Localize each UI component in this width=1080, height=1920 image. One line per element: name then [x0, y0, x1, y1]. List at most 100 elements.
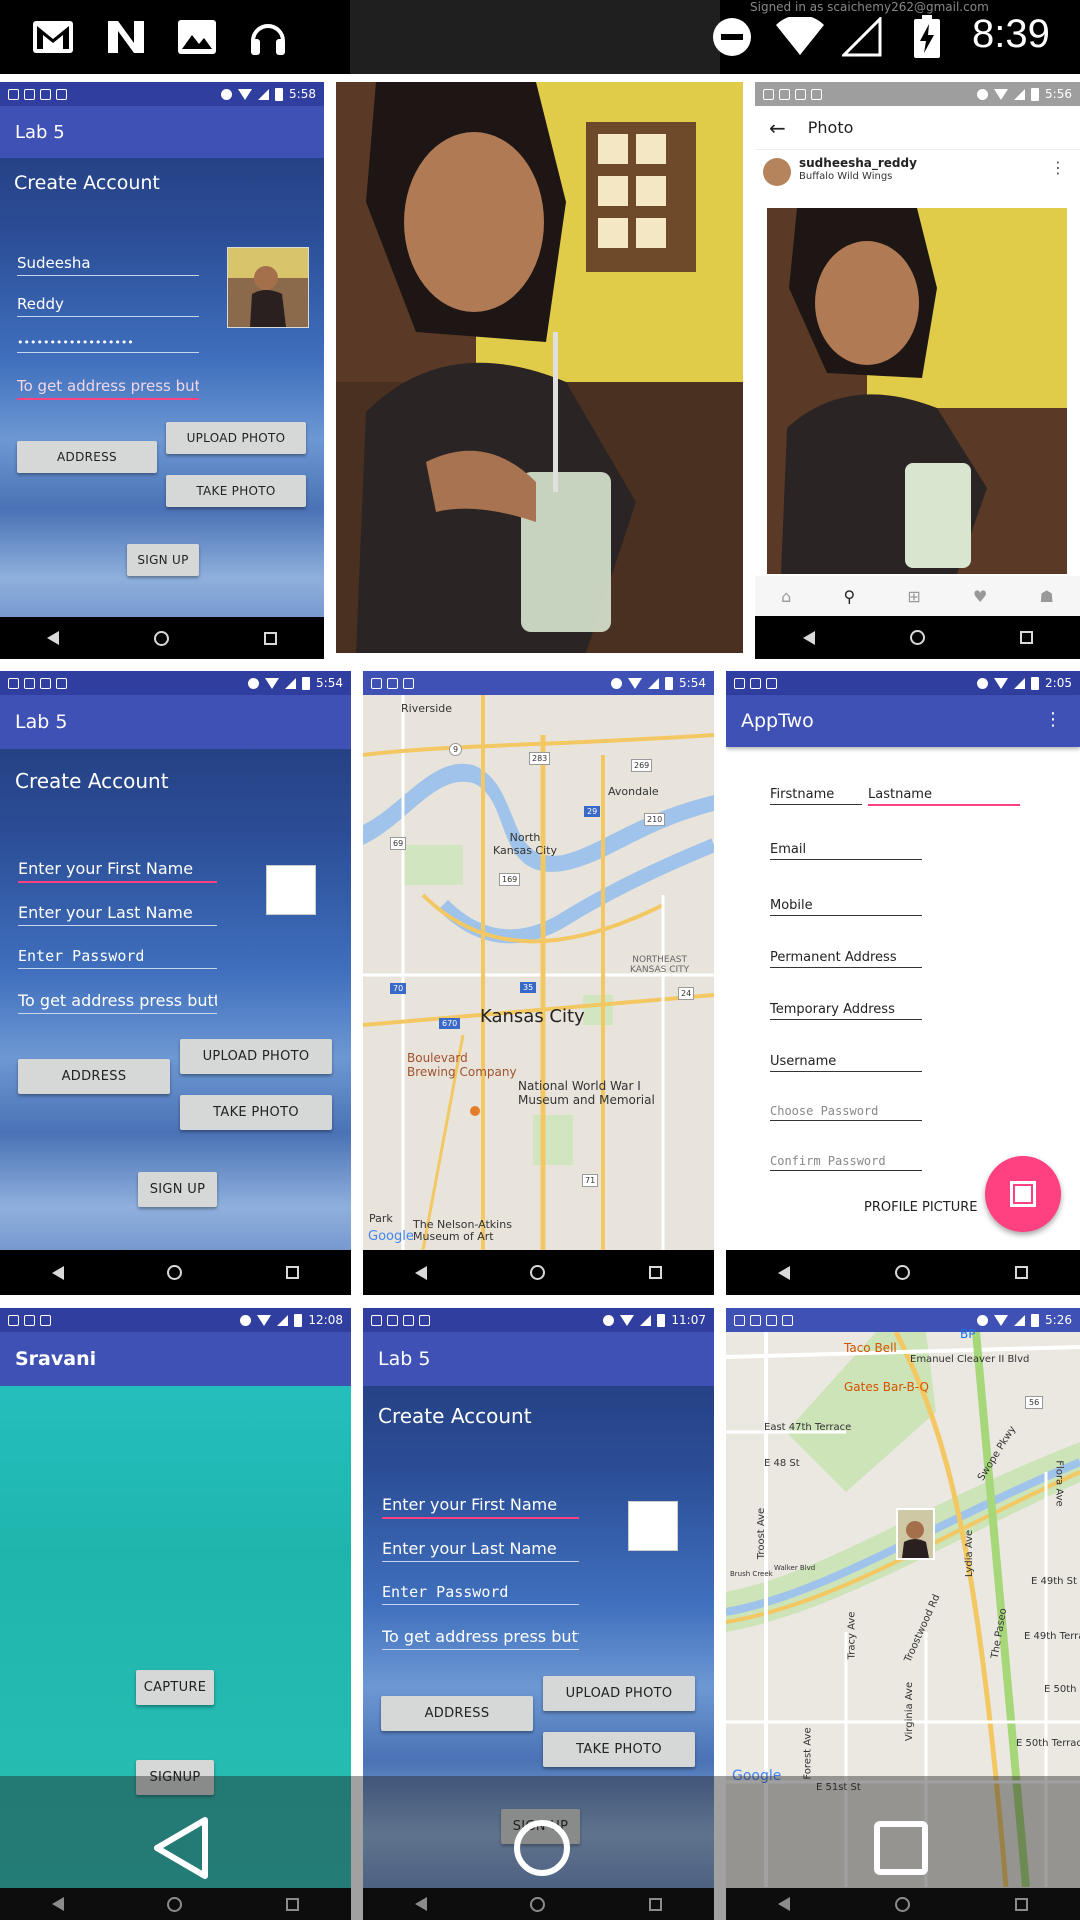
home-icon[interactable]: [530, 1265, 546, 1280]
address-field[interactable]: To get address press butt: [382, 1627, 579, 1650]
last-name-input[interactable]: Enter your Last Name: [382, 1539, 579, 1562]
route-shield: 29: [584, 806, 601, 817]
back-icon[interactable]: [51, 1265, 64, 1280]
mobile-field[interactable]: Mobile: [770, 898, 922, 916]
home-icon[interactable]: ⌂: [781, 587, 791, 606]
recents-icon[interactable]: [286, 1266, 300, 1279]
search-icon[interactable]: ⚲: [843, 587, 855, 606]
password-field[interactable]: ••••••••••••••••••: [17, 336, 199, 353]
map-label: Tracy Ave: [846, 1611, 858, 1660]
home-icon[interactable]: [909, 630, 925, 645]
headphones-icon: [811, 88, 822, 100]
sign-up-button[interactable]: SIGN UP: [138, 1172, 217, 1207]
map-label: E 50th: [1044, 1684, 1077, 1695]
take-photo-button[interactable]: TAKE PHOTO: [180, 1095, 332, 1130]
post-location[interactable]: Buffalo Wild Wings: [799, 171, 892, 182]
battery-icon: [665, 676, 674, 690]
upload-photo-button[interactable]: UPLOAD PHOTO: [180, 1039, 332, 1074]
first-name-input[interactable]: Enter your First Name: [382, 1495, 579, 1519]
lastname-field[interactable]: Lastname: [868, 787, 1020, 806]
route-shield: 24: [678, 987, 695, 1000]
back-icon[interactable]: [47, 631, 60, 645]
map-label: Brush Creek: [730, 1570, 773, 1578]
address-button[interactable]: ADDRESS: [381, 1696, 533, 1731]
map-label: The Nelson-Atkins Museum of Art: [413, 1218, 512, 1243]
gmail-icon: [371, 1314, 382, 1326]
back-icon[interactable]: [151, 1816, 211, 1880]
device-status-bar: Signed in as scaichemy262@gmail.com 8:39: [0, 0, 1080, 74]
recents-icon[interactable]: [1014, 1266, 1028, 1279]
back-icon[interactable]: [802, 630, 815, 645]
map-label: BP: [960, 1327, 976, 1341]
signal-icon: [840, 14, 884, 60]
profile-icon[interactable]: ☗: [1040, 587, 1054, 606]
home-icon[interactable]: [167, 1265, 183, 1280]
notification-icon: [734, 1314, 745, 1326]
choose-password-field[interactable]: Choose Password: [770, 1104, 922, 1121]
sign-up-button[interactable]: SIGN UP: [127, 544, 199, 576]
username-field[interactable]: Username: [770, 1054, 922, 1072]
take-photo-button[interactable]: TAKE PHOTO: [166, 475, 306, 507]
nav-bar: [0, 1250, 351, 1295]
gallery-icon: [176, 14, 218, 60]
recents-icon[interactable]: [873, 1820, 929, 1876]
status-bar: 5:56: [755, 82, 1080, 106]
photo-placeholder[interactable]: [266, 865, 316, 915]
recents-icon[interactable]: [649, 1266, 663, 1279]
photo-placeholder[interactable]: [628, 1501, 678, 1551]
overflow-menu-icon[interactable]: ⋮: [1044, 709, 1062, 730]
photo-map-marker[interactable]: [896, 1508, 935, 1560]
take-photo-button[interactable]: TAKE PHOTO: [543, 1732, 695, 1767]
map-label: National World War I Museum and Memorial: [518, 1079, 655, 1107]
bottom-tab-bar: ⌂ ⚲ ⊞ ♥ ☗: [755, 576, 1080, 616]
last-name-input[interactable]: Enter your Last Name: [18, 903, 217, 926]
home-icon[interactable]: [153, 630, 169, 646]
more-options-icon[interactable]: ⋮: [1050, 158, 1066, 177]
gallery-icon: [24, 1314, 35, 1326]
password-input[interactable]: Enter Password: [18, 947, 217, 969]
map-label: Park: [369, 1212, 393, 1225]
upload-photo-button[interactable]: UPLOAD PHOTO: [543, 1676, 695, 1711]
firstname-field[interactable]: Firstname: [770, 787, 862, 805]
post-image[interactable]: [767, 208, 1067, 574]
address-field[interactable]: To get address press butt: [17, 377, 199, 400]
profile-picture-button[interactable]: PROFILE PICTURE: [864, 1200, 977, 1215]
post-username[interactable]: sudheesha_reddy: [799, 156, 917, 170]
recents-icon[interactable]: [1019, 631, 1033, 644]
fab-button[interactable]: [985, 1156, 1061, 1232]
headphones-icon: [245, 14, 291, 60]
last-name-field[interactable]: Reddy: [17, 295, 199, 317]
first-name-field[interactable]: Sudeesha: [17, 254, 199, 276]
back-icon[interactable]: [778, 1265, 791, 1280]
address-button[interactable]: ADDRESS: [18, 1059, 170, 1094]
map-label: NORTHEAST KANSAS CITY: [630, 955, 690, 975]
signal-icon: [648, 677, 660, 689]
battery-charging-icon: [910, 14, 944, 60]
back-icon[interactable]: [414, 1265, 427, 1280]
address-field[interactable]: To get address press butt: [18, 991, 217, 1014]
password-input[interactable]: Enter Password: [382, 1583, 579, 1605]
back-arrow-icon[interactable]: ←: [769, 116, 786, 140]
upload-photo-button[interactable]: UPLOAD PHOTO: [166, 422, 306, 454]
recents-icon[interactable]: [263, 631, 277, 645]
permanent-address-field[interactable]: Permanent Address: [770, 950, 922, 968]
email-field[interactable]: Email: [770, 842, 922, 860]
battery-icon: [302, 676, 311, 690]
avatar[interactable]: [763, 158, 791, 186]
profile-photo-thumbnail[interactable]: [227, 247, 309, 328]
heart-icon[interactable]: ♥: [973, 587, 987, 606]
capture-button[interactable]: CAPTURE: [136, 1670, 214, 1705]
status-bar: 2:05: [726, 671, 1080, 695]
dnd-icon: [977, 88, 989, 100]
address-button[interactable]: ADDRESS: [17, 441, 157, 473]
temporary-address-field[interactable]: Temporary Address: [770, 1002, 922, 1020]
status-time: 5:54: [316, 676, 343, 690]
home-icon[interactable]: [894, 1265, 910, 1280]
dnd-icon: [248, 677, 260, 689]
n-app-icon: [40, 677, 51, 689]
confirm-password-field[interactable]: Confirm Password: [770, 1154, 922, 1171]
dnd-icon: [240, 1314, 252, 1326]
first-name-input[interactable]: Enter your First Name: [18, 859, 217, 883]
add-icon[interactable]: ⊞: [907, 587, 920, 606]
home-icon[interactable]: [512, 1818, 572, 1878]
